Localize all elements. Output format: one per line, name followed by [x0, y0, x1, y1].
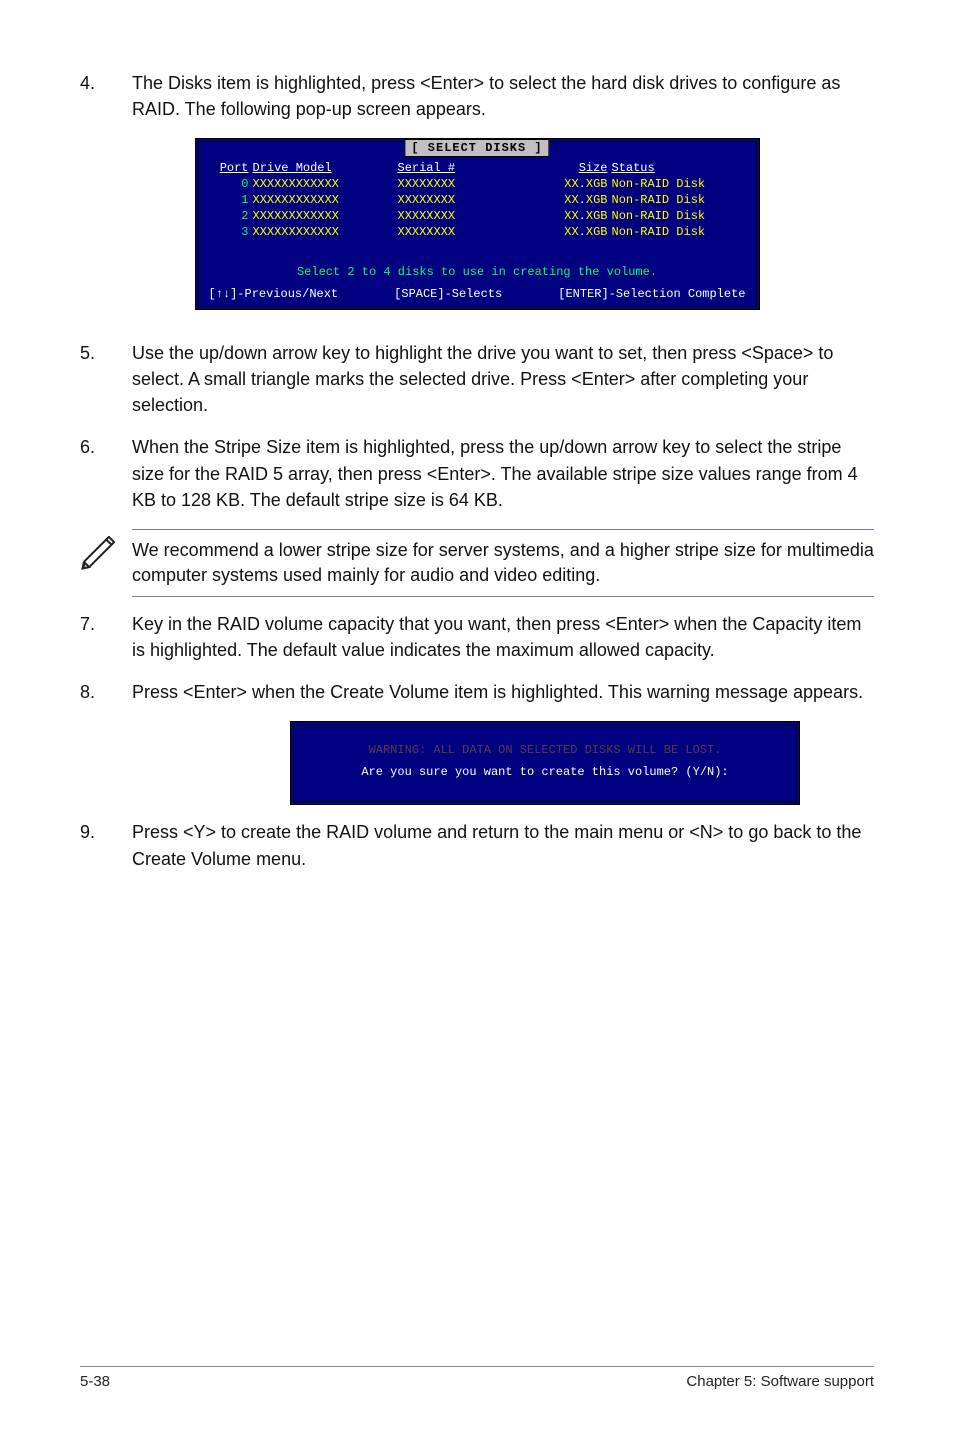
disk-row: 3 XXXXXXXXXXXX XXXXXXXX XX.XGB Non-RAID …	[209, 224, 746, 240]
terminal-title: [ SELECT DISKS ]	[404, 139, 549, 157]
step-text: The Disks item is highlighted, press <En…	[132, 70, 874, 122]
step-8: 8. Press <Enter> when the Create Volume …	[80, 679, 874, 705]
cell-port: 3	[209, 224, 253, 240]
pencil-note-icon	[80, 529, 132, 571]
select-disks-terminal: [ SELECT DISKS ] Port Drive Model Serial…	[195, 138, 760, 310]
cell-status: Non-RAID Disk	[612, 208, 746, 224]
cell-serial: XXXXXXXX	[398, 176, 543, 192]
step-number: 5.	[80, 340, 132, 418]
step-5: 5. Use the up/down arrow key to highligh…	[80, 340, 874, 418]
col-serial: Serial #	[398, 160, 543, 176]
step-6: 6. When the Stripe Size item is highligh…	[80, 434, 874, 512]
cell-size: XX.XGB	[543, 176, 612, 192]
step-number: 4.	[80, 70, 132, 122]
cell-serial: XXXXXXXX	[398, 224, 543, 240]
cell-status: Non-RAID Disk	[612, 192, 746, 208]
cell-size: XX.XGB	[543, 192, 612, 208]
warning-line-1: WARNING: ALL DATA ON SELECTED DISKS WILL…	[304, 739, 786, 761]
warning-screenshot: WARNING: ALL DATA ON SELECTED DISKS WILL…	[290, 721, 800, 805]
step-text: Press <Y> to create the RAID volume and …	[132, 819, 874, 871]
cell-model: XXXXXXXXXXXX	[253, 176, 398, 192]
terminal-footer: [↑↓]-Previous/Next [SPACE]-Selects [ENTE…	[209, 286, 746, 302]
step-number: 7.	[80, 611, 132, 663]
disk-table-header: Port Drive Model Serial # Size Status	[209, 160, 746, 176]
cell-status: Non-RAID Disk	[612, 224, 746, 240]
step-text: When the Stripe Size item is highlighted…	[132, 434, 874, 512]
cell-status: Non-RAID Disk	[612, 176, 746, 192]
chapter-title: Chapter 5: Software support	[686, 1373, 874, 1390]
cell-serial: XXXXXXXX	[398, 192, 543, 208]
cell-serial: XXXXXXXX	[398, 208, 543, 224]
select-disks-screenshot: [ SELECT DISKS ] Port Drive Model Serial…	[195, 138, 760, 310]
pencil-icon	[80, 529, 122, 571]
step-number: 8.	[80, 679, 132, 705]
page-number: 5-38	[80, 1373, 110, 1390]
step-7: 7. Key in the RAID volume capacity that …	[80, 611, 874, 663]
note-text: We recommend a lower stripe size for ser…	[132, 529, 874, 597]
warning-terminal: WARNING: ALL DATA ON SELECTED DISKS WILL…	[290, 721, 800, 805]
step-4: 4. The Disks item is highlighted, press …	[80, 70, 874, 122]
cell-model: XXXXXXXXXXXX	[253, 208, 398, 224]
note: We recommend a lower stripe size for ser…	[80, 529, 874, 597]
cell-size: XX.XGB	[543, 224, 612, 240]
footer-left: [↑↓]-Previous/Next	[209, 286, 339, 302]
cell-model: XXXXXXXXXXXX	[253, 192, 398, 208]
disk-row: 2 XXXXXXXXXXXX XXXXXXXX XX.XGB Non-RAID …	[209, 208, 746, 224]
disk-row: 0 XXXXXXXXXXXX XXXXXXXX XX.XGB Non-RAID …	[209, 176, 746, 192]
cell-port: 2	[209, 208, 253, 224]
cell-size: XX.XGB	[543, 208, 612, 224]
cell-port: 0	[209, 176, 253, 192]
col-status: Status	[612, 160, 746, 176]
disk-row: 1 XXXXXXXXXXXX XXXXXXXX XX.XGB Non-RAID …	[209, 192, 746, 208]
page: 4. The Disks item is highlighted, press …	[0, 0, 954, 1438]
col-size: Size	[543, 160, 612, 176]
footer-mid: [SPACE]-Selects	[394, 286, 502, 302]
step-number: 6.	[80, 434, 132, 512]
footer-rule	[80, 1366, 874, 1367]
col-port: Port	[209, 160, 253, 176]
footer-right: [ENTER]-Selection Complete	[558, 286, 745, 302]
step-9: 9. Press <Y> to create the RAID volume a…	[80, 819, 874, 871]
cell-port: 1	[209, 192, 253, 208]
step-text: Key in the RAID volume capacity that you…	[132, 611, 874, 663]
page-footer: 5-38 Chapter 5: Software support	[80, 1366, 874, 1390]
terminal-hint: Select 2 to 4 disks to use in creating t…	[209, 264, 746, 280]
warning-line-2: Are you sure you want to create this vol…	[304, 761, 786, 783]
step-number: 9.	[80, 819, 132, 871]
col-model: Drive Model	[253, 160, 398, 176]
cell-model: XXXXXXXXXXXX	[253, 224, 398, 240]
step-text: Use the up/down arrow key to highlight t…	[132, 340, 874, 418]
step-text: Press <Enter> when the Create Volume ite…	[132, 679, 874, 705]
